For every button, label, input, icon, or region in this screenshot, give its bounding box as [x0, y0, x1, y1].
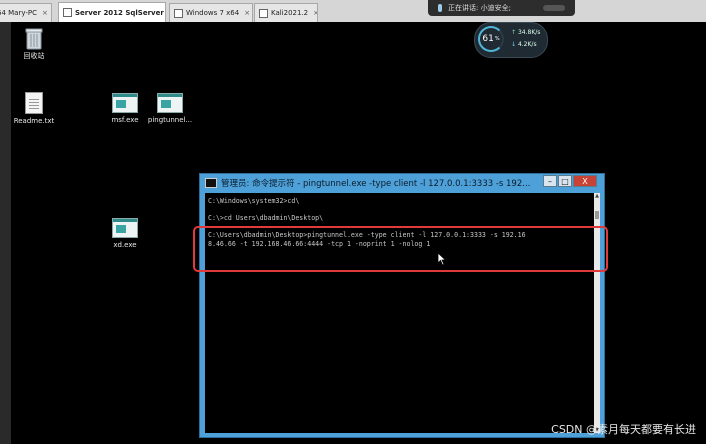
meeting-status-pill: 正在讲话: 小迪安全;	[428, 0, 575, 16]
microphone-icon	[438, 4, 442, 12]
vm-icon	[63, 8, 72, 17]
tab-label: Kali2021.2	[271, 9, 309, 17]
desktop-icon-readme[interactable]: Readme.txt	[4, 92, 64, 125]
desktop-icon-recycle-bin[interactable]: 回收站	[4, 26, 64, 61]
download-speed: ↓ 4.2K/s	[511, 41, 537, 48]
download-arrow-icon: ↓	[511, 41, 517, 48]
icon-label: msf.exe	[111, 116, 139, 124]
vm-tab-bar: 64 Mary-PC × Server 2012 SqlServer × Win…	[0, 0, 706, 23]
scroll-up-icon[interactable]: ▲	[594, 193, 600, 199]
minimize-button[interactable]: –	[543, 175, 557, 187]
scroll-thumb[interactable]	[595, 211, 599, 219]
usage-percent: 61	[482, 34, 494, 44]
close-button[interactable]: X	[573, 175, 597, 187]
vm-icon	[174, 8, 183, 18]
close-icon[interactable]: ×	[42, 9, 48, 17]
maximize-button[interactable]: □	[558, 175, 572, 187]
download-value: 4.2	[517, 41, 528, 48]
text-file-icon	[25, 92, 43, 114]
network-speed-widget[interactable]: 61% ↑ 34.8K/s ↓ 4.2K/s	[474, 22, 548, 58]
tab-server-2012-sqlserver[interactable]: Server 2012 SqlServer ×	[58, 2, 166, 22]
mouse-cursor-icon	[437, 252, 447, 266]
upload-unit: K/s	[531, 29, 541, 36]
tab-label: Server 2012 SqlServer	[75, 8, 164, 17]
tab-kali[interactable]: Kali2021.2 ×	[254, 3, 318, 22]
upload-arrow-icon: ↑	[511, 29, 517, 36]
desktop-icon-pingtunnel[interactable]: pingtunnel...	[140, 93, 200, 124]
close-icon[interactable]: ×	[244, 9, 250, 17]
watermark: CSDN @素月每天都要有长进	[551, 423, 696, 436]
usage-percent-unit: %	[494, 36, 500, 42]
meeting-status-text: 正在讲话: 小迪安全;	[448, 4, 511, 12]
cmd-window-title: 管理员: 命令提示符 - pingtunnel.exe -type client…	[221, 179, 531, 189]
icon-label: xd.exe	[113, 241, 137, 249]
desktop-icon-xd[interactable]: xd.exe	[95, 218, 155, 249]
icon-label: pingtunnel...	[147, 116, 193, 124]
recycle-bin-icon	[24, 26, 44, 50]
exe-file-icon	[112, 218, 138, 238]
icon-label: Readme.txt	[13, 117, 55, 125]
tab-label: 64 Mary-PC	[0, 9, 37, 17]
download-unit: K/s	[527, 41, 537, 48]
speaker-avatar	[543, 5, 565, 11]
command-highlight-box	[193, 226, 608, 272]
upload-value: 34.8	[517, 29, 532, 36]
usage-gauge: 61%	[478, 26, 504, 52]
cmd-window[interactable]: 管理员: 命令提示符 - pingtunnel.exe -type client…	[199, 173, 605, 438]
console-line: C:\Windows\system32>cd\	[208, 197, 300, 205]
tab-label: Windows 7 x64	[186, 9, 240, 17]
vm-icon	[259, 8, 268, 18]
exe-file-icon	[157, 93, 183, 113]
close-icon[interactable]: ×	[313, 9, 317, 17]
tab-windows-7-x64[interactable]: Windows 7 x64 ×	[169, 3, 253, 22]
left-edge	[0, 22, 11, 444]
console-line: C:\>cd Users\dbadmin\Desktop\	[208, 214, 324, 222]
icon-label: 回收站	[23, 52, 45, 60]
upload-speed: ↑ 34.8K/s	[511, 29, 540, 36]
tab-mary-pc[interactable]: 64 Mary-PC ×	[0, 3, 52, 22]
exe-file-icon	[112, 93, 138, 113]
command-prompt-icon	[205, 178, 217, 188]
